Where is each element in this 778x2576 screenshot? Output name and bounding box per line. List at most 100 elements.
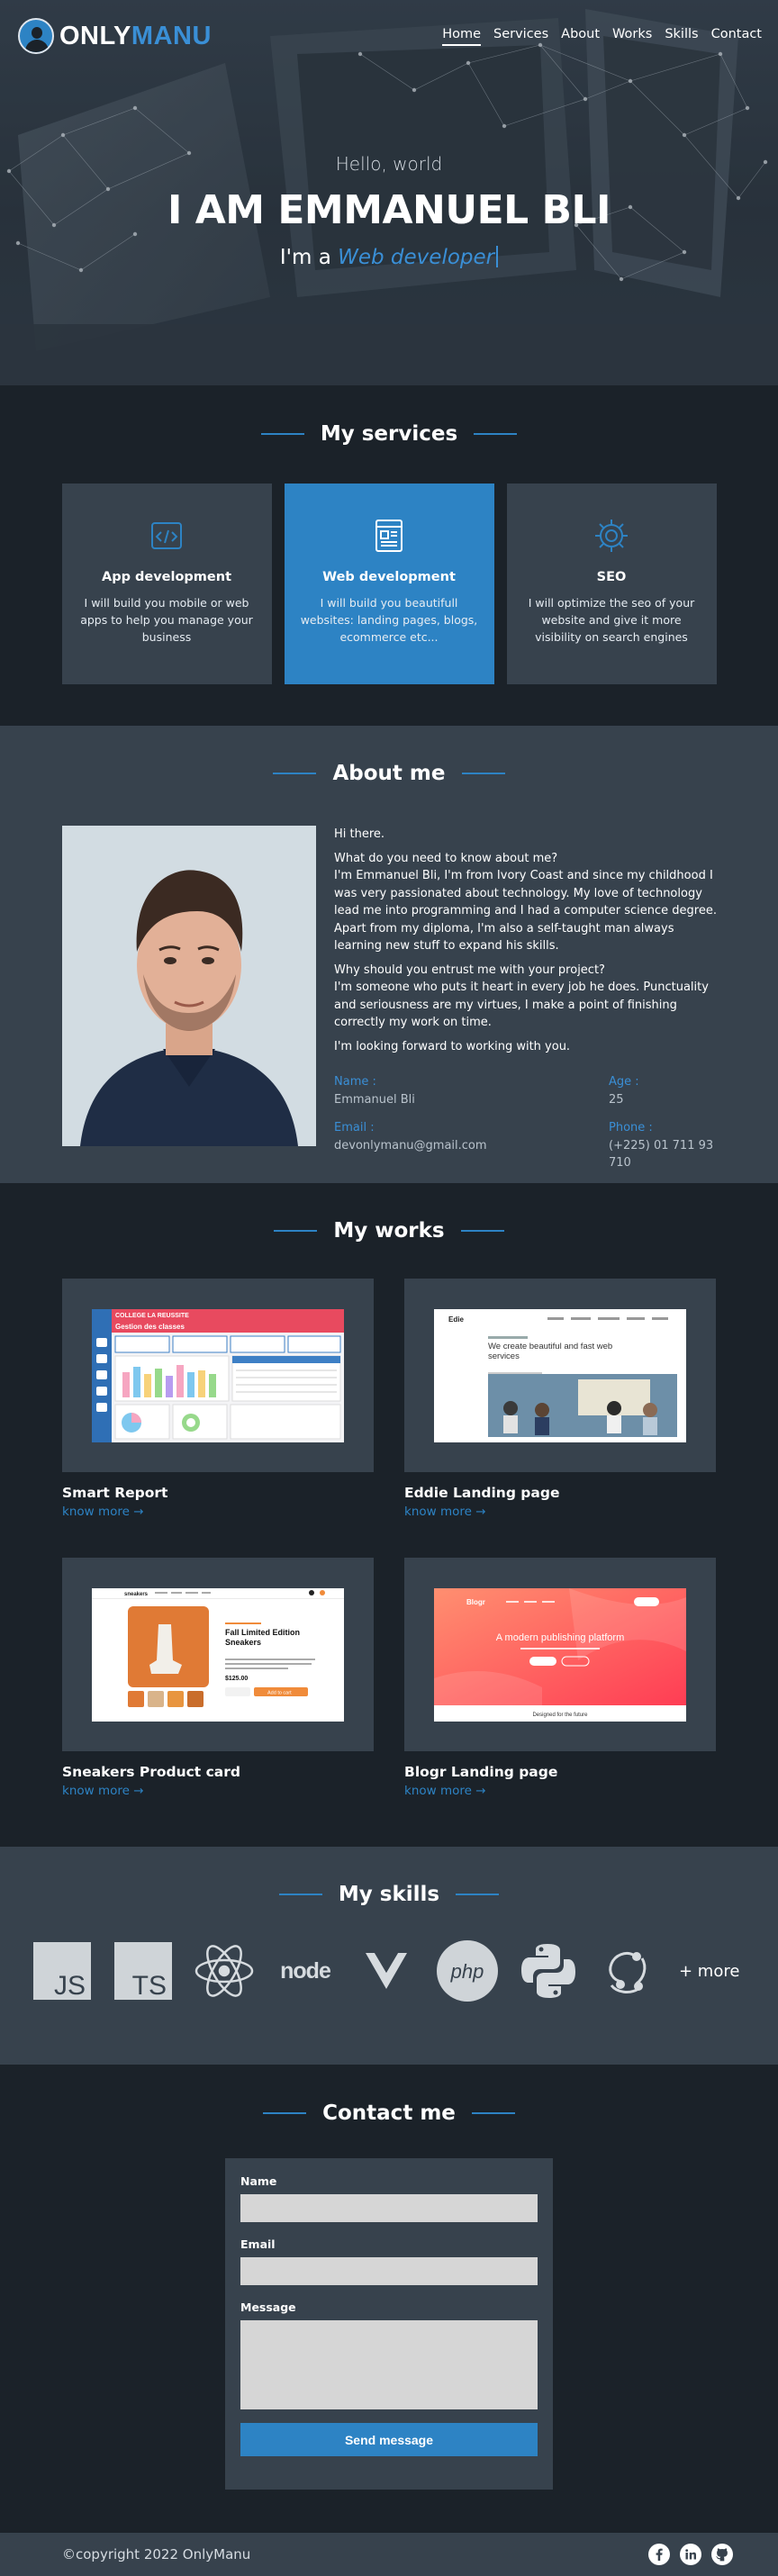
blogr-footer: Designed for the future <box>532 1713 588 1718</box>
brand-name-part2: MANU <box>131 21 212 50</box>
service-title: Web development <box>322 570 456 584</box>
contact-form: Name Email Message Send message <box>225 2158 553 2490</box>
know-more-link[interactable]: know more → <box>62 1784 144 1798</box>
work-thumbnail[interactable]: sneakers Fall Limited Edition Sneakers $… <box>62 1558 374 1751</box>
skills-heading: My skills <box>0 1883 778 1906</box>
works-section: My works COLLEGE LA REUSSITE Gestion des… <box>0 1183 778 1847</box>
nav-link-services[interactable]: Services <box>493 27 548 46</box>
info-email: Email : devonlymanu@gmail.com <box>334 1119 609 1172</box>
service-card-app[interactable]: App development I will build you mobile … <box>61 484 272 684</box>
skills-section: My skills JS TS node php + more <box>0 1847 778 2065</box>
works-heading: My works <box>0 1219 778 1243</box>
contact-section: Contact me Name Email Message Send messa… <box>0 2065 778 2533</box>
about-heading: About me <box>0 762 778 785</box>
info-phone: Phone : (+225) 01 711 93 710 <box>609 1119 717 1172</box>
nav-link-skills[interactable]: Skills <box>665 27 698 46</box>
footer: ©copyright 2022 OnlyManu <box>0 2533 778 2576</box>
hero-section: ONLYMANU Home Services About Works Skill… <box>0 0 778 385</box>
hero-name: I AM EMMANUEL BLI <box>167 187 611 233</box>
redux-icon <box>593 1939 665 2002</box>
send-message-button[interactable]: Send message <box>240 2423 538 2456</box>
code-icon <box>151 522 182 549</box>
services-title: My services <box>320 422 458 446</box>
nav-link-contact[interactable]: Contact <box>711 27 762 46</box>
contact-heading: Contact me <box>0 2101 778 2125</box>
brand[interactable]: ONLYMANU <box>18 18 212 54</box>
node-icon-label: node <box>280 1958 331 1984</box>
service-cards: App development I will build you mobile … <box>0 484 778 684</box>
name-label: Name <box>240 2174 277 2188</box>
info-value: (+225) 01 711 93 710 <box>609 1138 714 1170</box>
php-icon: php <box>430 1939 503 2002</box>
eddie-headline: We create beautiful and fast web service… <box>488 1341 613 1361</box>
brand-name: ONLYMANU <box>59 22 212 51</box>
nav-link-home[interactable]: Home <box>442 27 482 46</box>
hero-role-prefix: I'm a <box>279 246 339 269</box>
message-label: Message <box>240 2300 296 2314</box>
work-title: Smart Report <box>62 1485 168 1501</box>
works-title: My works <box>333 1219 445 1243</box>
title-divider-left <box>278 1894 322 1895</box>
javascript-icon: JS <box>25 1939 98 2002</box>
copyright-text: ©copyright 2022 OnlyManu <box>62 2546 251 2562</box>
know-more-link[interactable]: know more → <box>62 1505 144 1519</box>
work-card-smart-report: COLLEGE LA REUSSITE Gestion des classes <box>62 1279 374 1558</box>
services-heading: My services <box>0 422 778 446</box>
smart-report-screenshot: COLLEGE LA REUSSITE Gestion des classes <box>92 1308 344 1442</box>
nav-link-about[interactable]: About <box>561 27 600 46</box>
info-value: 25 <box>609 1092 624 1107</box>
service-desc: I will build you mobile or web apps to h… <box>80 596 253 644</box>
work-title: Sneakers Product card <box>62 1764 241 1780</box>
email-field[interactable] <box>240 2257 538 2285</box>
service-card-seo[interactable]: SEO I will optimize the seo of your webs… <box>506 484 717 684</box>
services-section: My services App development I will build… <box>0 385 778 726</box>
about-body: Hi there. What do you need to know about… <box>62 826 717 1172</box>
service-card-web[interactable]: Web development I will build you beautif… <box>284 484 494 684</box>
vue-icon <box>349 1939 422 2002</box>
php-icon-label: php <box>449 1960 484 1983</box>
python-icon <box>511 1939 584 2002</box>
service-desc: I will build you beautifull websites: la… <box>300 596 478 644</box>
facebook-icon[interactable] <box>647 2544 670 2566</box>
name-field[interactable] <box>240 2194 538 2222</box>
work-thumbnail[interactable]: Edie We create beautiful and fast web se… <box>404 1279 716 1472</box>
service-desc: I will optimize the seo of your website … <box>528 596 695 644</box>
info-label: Email : <box>334 1121 375 1134</box>
info-label: Age : <box>609 1075 639 1089</box>
work-title: Eddie Landing page <box>404 1485 560 1501</box>
typescript-icon: TS <box>106 1939 179 2002</box>
know-more-link[interactable]: know more → <box>404 1784 486 1798</box>
work-title: Blogr Landing page <box>404 1764 558 1780</box>
work-card-sneakers: sneakers Fall Limited Edition Sneakers $… <box>62 1558 374 1837</box>
title-divider-right <box>461 773 505 774</box>
sneakers-brand: sneakers <box>124 1592 149 1597</box>
linkedin-icon[interactable] <box>679 2544 701 2566</box>
about-title: About me <box>332 762 446 785</box>
github-icon[interactable] <box>710 2544 733 2566</box>
message-field[interactable] <box>240 2320 538 2409</box>
hero-role: I'm a Web developer <box>0 246 778 269</box>
title-divider-left <box>263 2112 307 2114</box>
service-title: SEO <box>596 570 627 584</box>
info-value: devonlymanu@gmail.com <box>334 1138 487 1152</box>
personal-info-grid: Name : Emmanuel Bli Age : 25 Email : dev… <box>334 1073 717 1172</box>
work-thumbnail[interactable]: COLLEGE LA REUSSITE Gestion des classes <box>62 1279 374 1472</box>
work-thumbnail[interactable]: Blogr A modern publishing platform Desig… <box>404 1558 716 1751</box>
hero-text: Hello, world I AM EMMANUEL BLI I'm a Web… <box>0 153 778 269</box>
portrait-photo <box>62 826 316 1146</box>
sneakers-cart: Add to cart <box>267 1690 292 1695</box>
nav-link-works[interactable]: Works <box>612 27 652 46</box>
blogr-headline: A modern publishing platform <box>496 1632 624 1643</box>
react-icon <box>187 1939 260 2002</box>
js-icon-label: JS <box>53 1971 85 2000</box>
eddie-landing-screenshot: Edie We create beautiful and fast web se… <box>434 1308 686 1442</box>
social-links <box>647 2544 733 2566</box>
nav-links: Home Services About Works Skills Contact <box>442 27 762 46</box>
info-label: Phone : <box>609 1121 653 1134</box>
eddie-brand: Edie <box>448 1315 464 1324</box>
service-title: App development <box>101 570 232 584</box>
info-value: Emmanuel Bli <box>334 1092 415 1107</box>
hero-greeting: Hello, world <box>335 153 443 175</box>
info-label: Name : <box>334 1075 376 1089</box>
know-more-link[interactable]: know more → <box>404 1505 486 1519</box>
